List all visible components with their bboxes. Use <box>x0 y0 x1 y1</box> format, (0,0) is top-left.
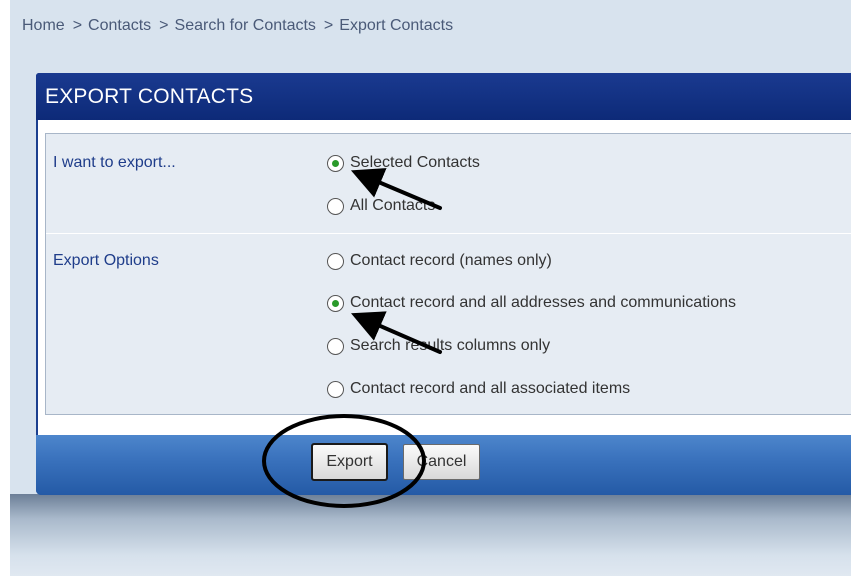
export-button[interactable]: Export <box>311 443 388 481</box>
breadcrumb-item-home[interactable]: Home <box>22 17 65 34</box>
breadcrumb-item-contacts[interactable]: Contacts <box>88 17 151 34</box>
option-label: All Contacts <box>350 197 436 214</box>
panel-shadow <box>10 494 851 576</box>
breadcrumb-separator: > <box>323 17 334 34</box>
radio-all-contacts[interactable]: All Contacts <box>327 195 435 217</box>
radio-all-associated-items[interactable]: Contact record and all associated items <box>327 378 630 400</box>
row-divider <box>46 233 851 234</box>
radio-search-results-columns[interactable]: Search results columns only <box>327 335 550 357</box>
radio-button-icon[interactable] <box>327 380 344 398</box>
panel-title: EXPORT CONTACTS <box>45 85 254 108</box>
radio-selected-contacts[interactable]: Selected Contacts <box>327 152 480 174</box>
breadcrumb-separator: > <box>72 17 83 34</box>
export-scope-label: I want to export... <box>53 154 176 171</box>
export-options-label: Export Options <box>53 252 159 269</box>
radio-button-icon[interactable] <box>327 252 344 270</box>
radio-addresses-communications[interactable]: Contact record and all addresses and com… <box>327 292 736 314</box>
breadcrumb-separator: > <box>159 17 169 34</box>
option-label: Contact record and all associated items <box>350 380 631 397</box>
radio-button-icon[interactable] <box>327 197 344 215</box>
cancel-button[interactable]: Cancel <box>403 444 480 480</box>
breadcrumb-item-export-contacts: Export Contacts <box>339 17 454 34</box>
radio-button-icon[interactable] <box>327 337 344 355</box>
breadcrumb-item-search-contacts[interactable]: Search for Contacts <box>175 17 316 34</box>
option-label: Contact record and all addresses and com… <box>350 294 736 311</box>
option-label: Search results columns only <box>350 337 551 354</box>
option-label: Selected Contacts <box>350 154 480 171</box>
form-box <box>45 133 851 415</box>
radio-button-icon[interactable] <box>327 154 344 172</box>
breadcrumb: Home > Contacts > Search for Contacts > Export… <box>22 17 453 35</box>
option-label: Contact record (names only) <box>350 252 552 269</box>
radio-names-only[interactable]: Contact record (names only) <box>327 250 552 272</box>
radio-button-icon[interactable] <box>327 294 344 312</box>
